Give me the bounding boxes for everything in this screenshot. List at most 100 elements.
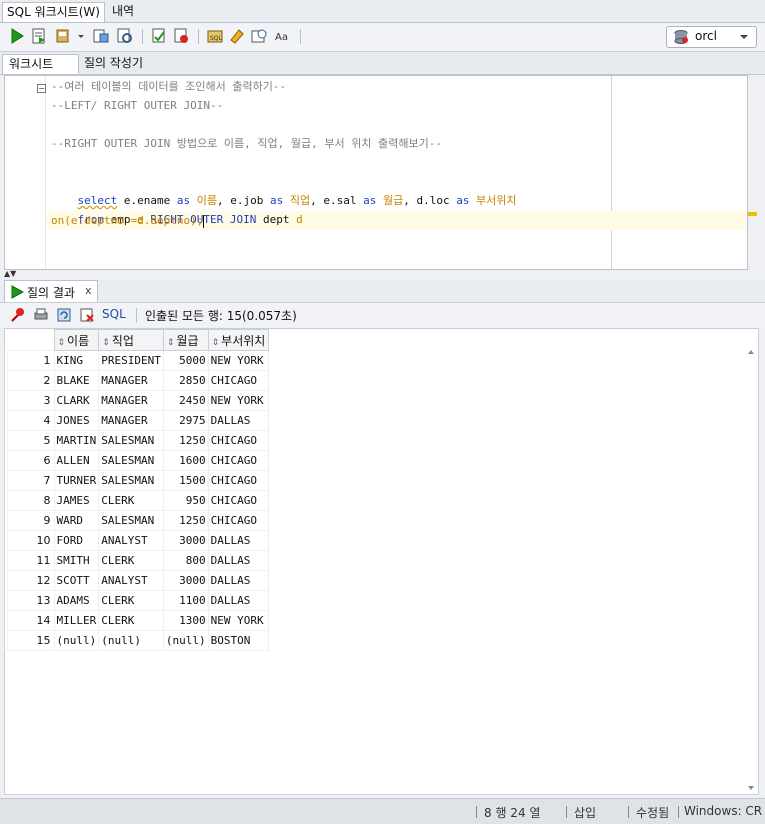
cell-loc[interactable]: CHICAGO [207, 430, 270, 451]
cell-name[interactable]: FORD [53, 530, 100, 551]
close-icon[interactable]: x [85, 284, 92, 297]
cell-job[interactable]: (null) [98, 630, 164, 651]
cell-sal[interactable]: 5000 [162, 350, 209, 371]
run-script-icon[interactable] [30, 27, 48, 45]
cell-name[interactable]: KING [53, 350, 100, 371]
cell-job[interactable]: SALESMAN [98, 450, 164, 471]
cell-loc[interactable]: DALLAS [207, 590, 270, 611]
column-header-job[interactable]: ⇕ 직업 [98, 329, 164, 351]
cell-name[interactable]: MARTIN [53, 430, 100, 451]
table-row[interactable]: 7 TURNER SALESMAN 1500 CHICAGO [7, 470, 270, 491]
table-row[interactable]: 13 ADAMS CLERK 1100 DALLAS [7, 590, 270, 611]
cell-loc[interactable]: CHICAGO [207, 450, 270, 471]
cell-sal[interactable]: 3000 [162, 570, 209, 591]
eraser-icon[interactable] [228, 27, 246, 45]
cell-name[interactable]: ADAMS [53, 590, 100, 611]
cell-name[interactable]: TURNER [53, 470, 100, 491]
fold-toggle-icon[interactable]: − [37, 84, 46, 93]
cell-sal[interactable]: 2975 [162, 410, 209, 431]
cell-job[interactable]: CLERK [98, 490, 164, 511]
cell-job[interactable]: SALESMAN [98, 470, 164, 491]
cell-name[interactable]: CLARK [53, 390, 100, 411]
cell-name[interactable]: WARD [53, 510, 100, 531]
pin-icon[interactable] [10, 307, 26, 323]
cell-sal[interactable]: 1300 [162, 610, 209, 631]
cell-loc[interactable]: CHICAGO [207, 510, 270, 531]
table-row[interactable]: 3 CLARK MANAGER 2450 NEW YORK [7, 390, 270, 411]
cell-loc[interactable]: CHICAGO [207, 370, 270, 391]
cell-job[interactable]: SALESMAN [98, 510, 164, 531]
cell-name[interactable]: JONES [53, 410, 100, 431]
cell-job[interactable]: PRESIDENT [98, 350, 164, 371]
refresh-icon[interactable] [56, 307, 72, 323]
cell-job[interactable]: MANAGER [98, 370, 164, 391]
cell-job[interactable]: SALESMAN [98, 430, 164, 451]
table-row[interactable]: 6 ALLEN SALESMAN 1600 CHICAGO [7, 450, 270, 471]
cell-sal[interactable]: 800 [162, 550, 209, 571]
unshared-sql-icon[interactable]: SQL [206, 27, 224, 45]
print-icon[interactable] [33, 307, 49, 323]
cancel-fetch-icon[interactable] [79, 307, 95, 323]
table-row[interactable]: 11 SMITH CLERK 800 DALLAS [7, 550, 270, 571]
cell-loc[interactable]: NEW YORK [207, 350, 270, 371]
format-case-icon[interactable]: Aa [274, 27, 292, 45]
cell-sal[interactable]: 2850 [162, 370, 209, 391]
cell-loc[interactable]: DALLAS [207, 530, 270, 551]
cell-sal[interactable]: 1100 [162, 590, 209, 611]
cell-sal[interactable]: 1250 [162, 430, 209, 451]
column-header-loc[interactable]: ⇕ 부서위치 [207, 329, 270, 351]
cell-job[interactable]: ANALYST [98, 530, 164, 551]
tab-query-result[interactable]: 질의 결과 x [4, 280, 98, 302]
cell-sal[interactable]: 2450 [162, 390, 209, 411]
table-row[interactable]: 8 JAMES CLERK 950 CHICAGO [7, 490, 270, 511]
cell-loc[interactable]: BOSTON [207, 630, 270, 651]
cell-job[interactable]: CLERK [98, 590, 164, 611]
autotrace-icon[interactable] [92, 27, 110, 45]
vertical-scrollbar[interactable] [746, 349, 756, 791]
cell-job[interactable]: CLERK [98, 610, 164, 631]
rollback-icon[interactable] [172, 27, 190, 45]
sql-link[interactable]: SQL [102, 307, 126, 321]
cell-name[interactable]: SMITH [53, 550, 100, 571]
cell-sal[interactable]: 3000 [162, 530, 209, 551]
table-row[interactable]: 9 WARD SALESMAN 1250 CHICAGO [7, 510, 270, 531]
cell-loc[interactable]: DALLAS [207, 410, 270, 431]
cell-name[interactable]: MILLER [53, 610, 100, 631]
cell-job[interactable]: MANAGER [98, 390, 164, 411]
cell-name[interactable]: (null) [53, 630, 100, 651]
editor-scroll-marker[interactable] [748, 212, 757, 216]
results-grid-area[interactable]: ⇕ 이름 ⇕ 직업 ⇕ 월급 ⇕ 부서위치 1 KING PRESIDENT 5000 NEW … [4, 328, 759, 795]
tab-worksheet[interactable]: 워크시트 [2, 54, 79, 74]
column-header-name[interactable]: ⇕ 이름 [53, 329, 100, 351]
splitter-arrows-icon[interactable]: ▲▼ [4, 270, 34, 278]
cell-name[interactable]: ALLEN [53, 450, 100, 471]
cell-name[interactable]: BLAKE [53, 370, 100, 391]
tab-sql-worksheet[interactable]: SQL 워크시트(W) [2, 2, 105, 22]
sql-editor[interactable]: − --여러 테이블의 데이터를 조인해서 출력하기-- --LEFT/ RIG… [4, 75, 748, 270]
cell-loc[interactable]: DALLAS [207, 550, 270, 571]
cell-loc[interactable]: CHICAGO [207, 490, 270, 511]
run-statement-icon[interactable] [8, 27, 26, 45]
cell-sal[interactable]: 950 [162, 490, 209, 511]
cell-sal[interactable]: 1500 [162, 470, 209, 491]
cell-loc[interactable]: DALLAS [207, 570, 270, 591]
history-icon[interactable] [250, 27, 268, 45]
table-row[interactable]: 14 MILLER CLERK 1300 NEW YORK [7, 610, 270, 631]
table-row[interactable]: 12 SCOTT ANALYST 3000 DALLAS [7, 570, 270, 591]
cell-job[interactable]: ANALYST [98, 570, 164, 591]
dropdown-arrow-icon[interactable] [76, 27, 86, 45]
commit-icon[interactable] [54, 27, 72, 45]
explain-plan-icon[interactable] [116, 27, 134, 45]
cell-name[interactable]: SCOTT [53, 570, 100, 591]
column-header-sal[interactable]: ⇕ 월급 [162, 329, 209, 351]
tab-history[interactable]: 내역 [108, 2, 138, 21]
cell-loc[interactable]: CHICAGO [207, 470, 270, 491]
table-row[interactable]: 2 BLAKE MANAGER 2850 CHICAGO [7, 370, 270, 391]
table-row[interactable]: 1 KING PRESIDENT 5000 NEW YORK [7, 350, 270, 371]
cell-sal[interactable]: 1250 [162, 510, 209, 531]
cell-job[interactable]: MANAGER [98, 410, 164, 431]
cell-sal[interactable]: 1600 [162, 450, 209, 471]
commit-tx-icon[interactable] [150, 27, 168, 45]
table-row[interactable]: 5 MARTIN SALESMAN 1250 CHICAGO [7, 430, 270, 451]
cell-loc[interactable]: NEW YORK [207, 610, 270, 631]
